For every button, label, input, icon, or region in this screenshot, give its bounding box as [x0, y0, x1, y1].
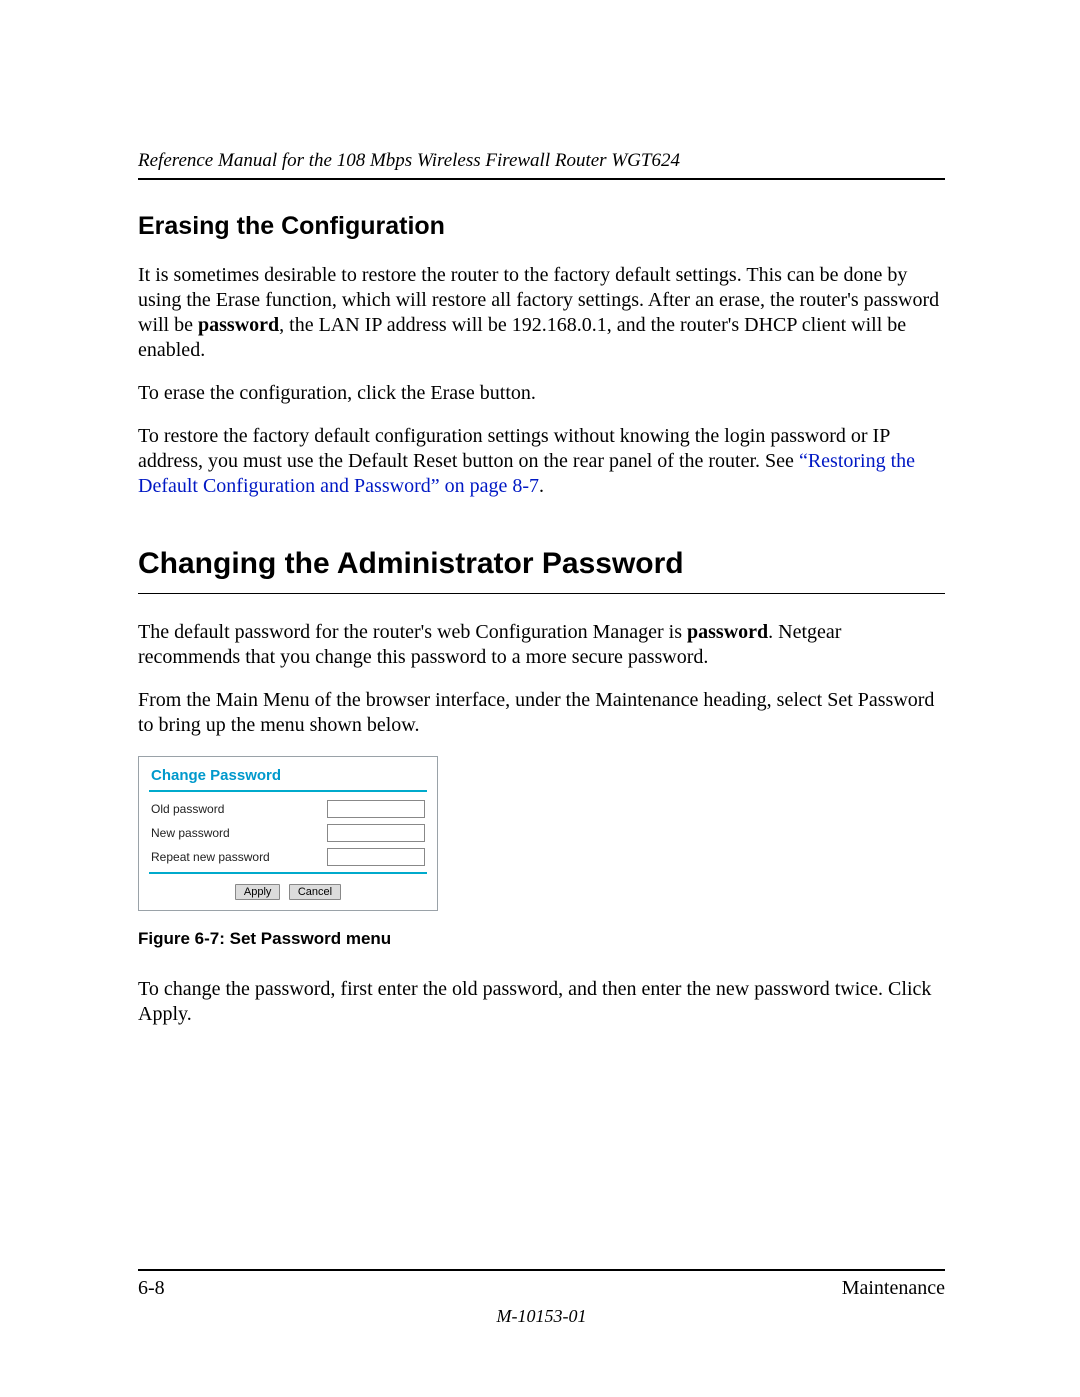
paragraph: To change the password, first enter the …	[138, 977, 945, 1027]
page-header: Reference Manual for the 108 Mbps Wirele…	[138, 150, 945, 180]
header-title: Reference Manual for the 108 Mbps Wirele…	[138, 150, 680, 171]
button-row: Apply Cancel	[151, 882, 425, 900]
heading-rule	[138, 593, 945, 594]
field-row-new-password: New password	[151, 824, 425, 842]
panel-title: Change Password	[151, 767, 425, 784]
chapter-heading-changing-password: Changing the Administrator Password	[138, 547, 945, 581]
apply-button[interactable]: Apply	[235, 884, 281, 900]
footer-line: 6-8 Maintenance	[138, 1277, 945, 1300]
text: The default password for the router's we…	[138, 621, 687, 643]
paragraph: The default password for the router's we…	[138, 620, 945, 670]
new-password-input[interactable]	[327, 824, 425, 842]
cancel-button[interactable]: Cancel	[289, 884, 341, 900]
change-password-panel: Change Password Old password New passwor…	[138, 756, 438, 911]
text: To restore the factory default configura…	[138, 425, 890, 472]
divider	[149, 790, 427, 792]
paragraph: From the Main Menu of the browser interf…	[138, 688, 945, 738]
text: .	[539, 475, 544, 497]
figure-caption: Figure 6-7: Set Password menu	[138, 929, 945, 949]
old-password-input[interactable]	[327, 800, 425, 818]
bold-text: password	[198, 314, 279, 336]
document-number: M-10153-01	[138, 1306, 945, 1327]
label-old-password: Old password	[151, 802, 224, 816]
label-repeat-password: Repeat new password	[151, 850, 270, 864]
label-new-password: New password	[151, 826, 230, 840]
field-row-old-password: Old password	[151, 800, 425, 818]
paragraph: To erase the configuration, click the Er…	[138, 381, 945, 406]
section-heading-erasing: Erasing the Configuration	[138, 212, 945, 241]
paragraph: It is sometimes desirable to restore the…	[138, 263, 945, 363]
bold-text: password	[687, 621, 768, 643]
repeat-password-input[interactable]	[327, 848, 425, 866]
section-name: Maintenance	[842, 1277, 945, 1300]
footer-rule	[138, 1269, 945, 1271]
field-row-repeat-password: Repeat new password	[151, 848, 425, 866]
document-page: Reference Manual for the 108 Mbps Wirele…	[0, 0, 1080, 1397]
page-number: 6-8	[138, 1277, 165, 1300]
divider	[149, 872, 427, 874]
paragraph: To restore the factory default configura…	[138, 424, 945, 499]
page-footer: 6-8 Maintenance M-10153-01	[138, 1269, 945, 1327]
